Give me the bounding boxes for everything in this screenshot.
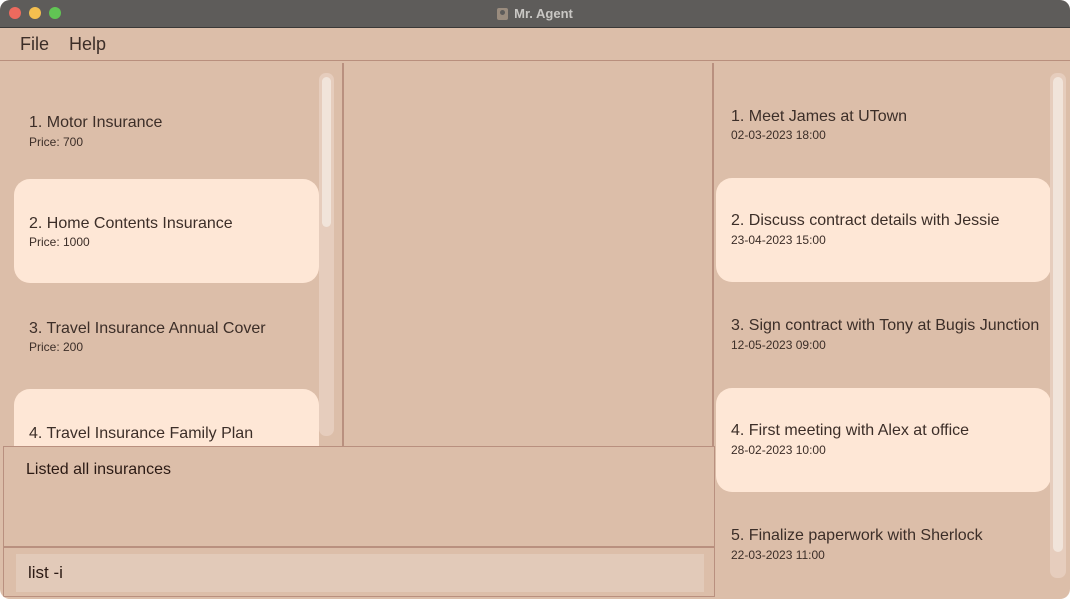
meeting-datetime: 23-04-2023 15:00 bbox=[731, 233, 826, 247]
insurance-card[interactable]: 1. Motor Insurance Price: 700 bbox=[14, 68, 319, 172]
meeting-list-panel[interactable]: 1. Meet James at UTown 02-03-2023 18:00 … bbox=[716, 63, 1070, 597]
app-window: Mr. Agent File Help 1. Motor Insurance P… bbox=[0, 0, 1070, 599]
meeting-card[interactable]: 4. First meeting with Alex at office 28-… bbox=[716, 388, 1051, 492]
meeting-card[interactable]: 5. Finalize paperwork with Sherlock 22-0… bbox=[716, 493, 1051, 597]
insurance-card[interactable]: 3. Travel Insurance Annual Cover Price: … bbox=[14, 284, 319, 388]
insurance-title: 2. Home Contents Insurance bbox=[29, 215, 233, 232]
window-title: Mr. Agent bbox=[514, 6, 573, 21]
insurance-card[interactable]: 4. Travel Insurance Family Plan bbox=[14, 389, 319, 446]
meeting-title: 2. Discuss contract details with Jessie bbox=[731, 212, 1000, 229]
meeting-scrollbar-thumb[interactable] bbox=[1053, 77, 1063, 552]
insurance-price: Price: 1000 bbox=[29, 235, 90, 249]
detail-panel bbox=[346, 63, 714, 446]
insurance-title: 3. Travel Insurance Annual Cover bbox=[29, 320, 266, 337]
meeting-scrollbar[interactable] bbox=[1050, 73, 1066, 578]
app-contact-icon bbox=[497, 7, 509, 20]
meeting-datetime: 28-02-2023 10:00 bbox=[731, 443, 826, 457]
menu-file[interactable]: File bbox=[20, 34, 49, 55]
meeting-datetime: 12-05-2023 09:00 bbox=[731, 338, 826, 352]
insurance-scrollbar-thumb[interactable] bbox=[322, 77, 331, 227]
insurance-list-panel[interactable]: 1. Motor Insurance Price: 700 2. Home Co… bbox=[3, 63, 344, 446]
insurance-price: Price: 700 bbox=[29, 135, 84, 149]
command-input[interactable] bbox=[16, 554, 704, 592]
insurance-scrollbar[interactable] bbox=[319, 73, 334, 436]
command-box bbox=[3, 547, 715, 597]
insurance-card[interactable]: 2. Home Contents Insurance Price: 1000 bbox=[14, 179, 319, 283]
title-bar[interactable]: Mr. Agent bbox=[0, 0, 1070, 28]
meeting-title: 5. Finalize paperwork with Sherlock bbox=[731, 527, 983, 544]
meeting-title: 1. Meet James at UTown bbox=[731, 108, 908, 125]
title-group: Mr. Agent bbox=[0, 0, 1070, 27]
meeting-datetime: 02-03-2023 18:00 bbox=[731, 128, 826, 142]
meeting-title: 4. First meeting with Alex at office bbox=[731, 422, 970, 439]
menu-bar: File Help bbox=[0, 28, 1070, 61]
meeting-card[interactable]: 1. Meet James at UTown 02-03-2023 18:00 bbox=[716, 68, 1051, 172]
result-message: Listed all insurances bbox=[26, 461, 171, 478]
insurance-title: 1. Motor Insurance bbox=[29, 114, 163, 131]
result-display: Listed all insurances bbox=[3, 446, 715, 547]
meeting-card[interactable]: 2. Discuss contract details with Jessie … bbox=[716, 178, 1051, 282]
meeting-card[interactable]: 3. Sign contract with Tony at Bugis Junc… bbox=[716, 283, 1051, 387]
insurance-title: 4. Travel Insurance Family Plan bbox=[29, 425, 254, 442]
menu-help[interactable]: Help bbox=[69, 34, 106, 55]
meeting-datetime: 22-03-2023 11:00 bbox=[731, 548, 825, 562]
meeting-title: 3. Sign contract with Tony at Bugis Junc… bbox=[731, 317, 1040, 334]
insurance-price: Price: 200 bbox=[29, 340, 84, 354]
